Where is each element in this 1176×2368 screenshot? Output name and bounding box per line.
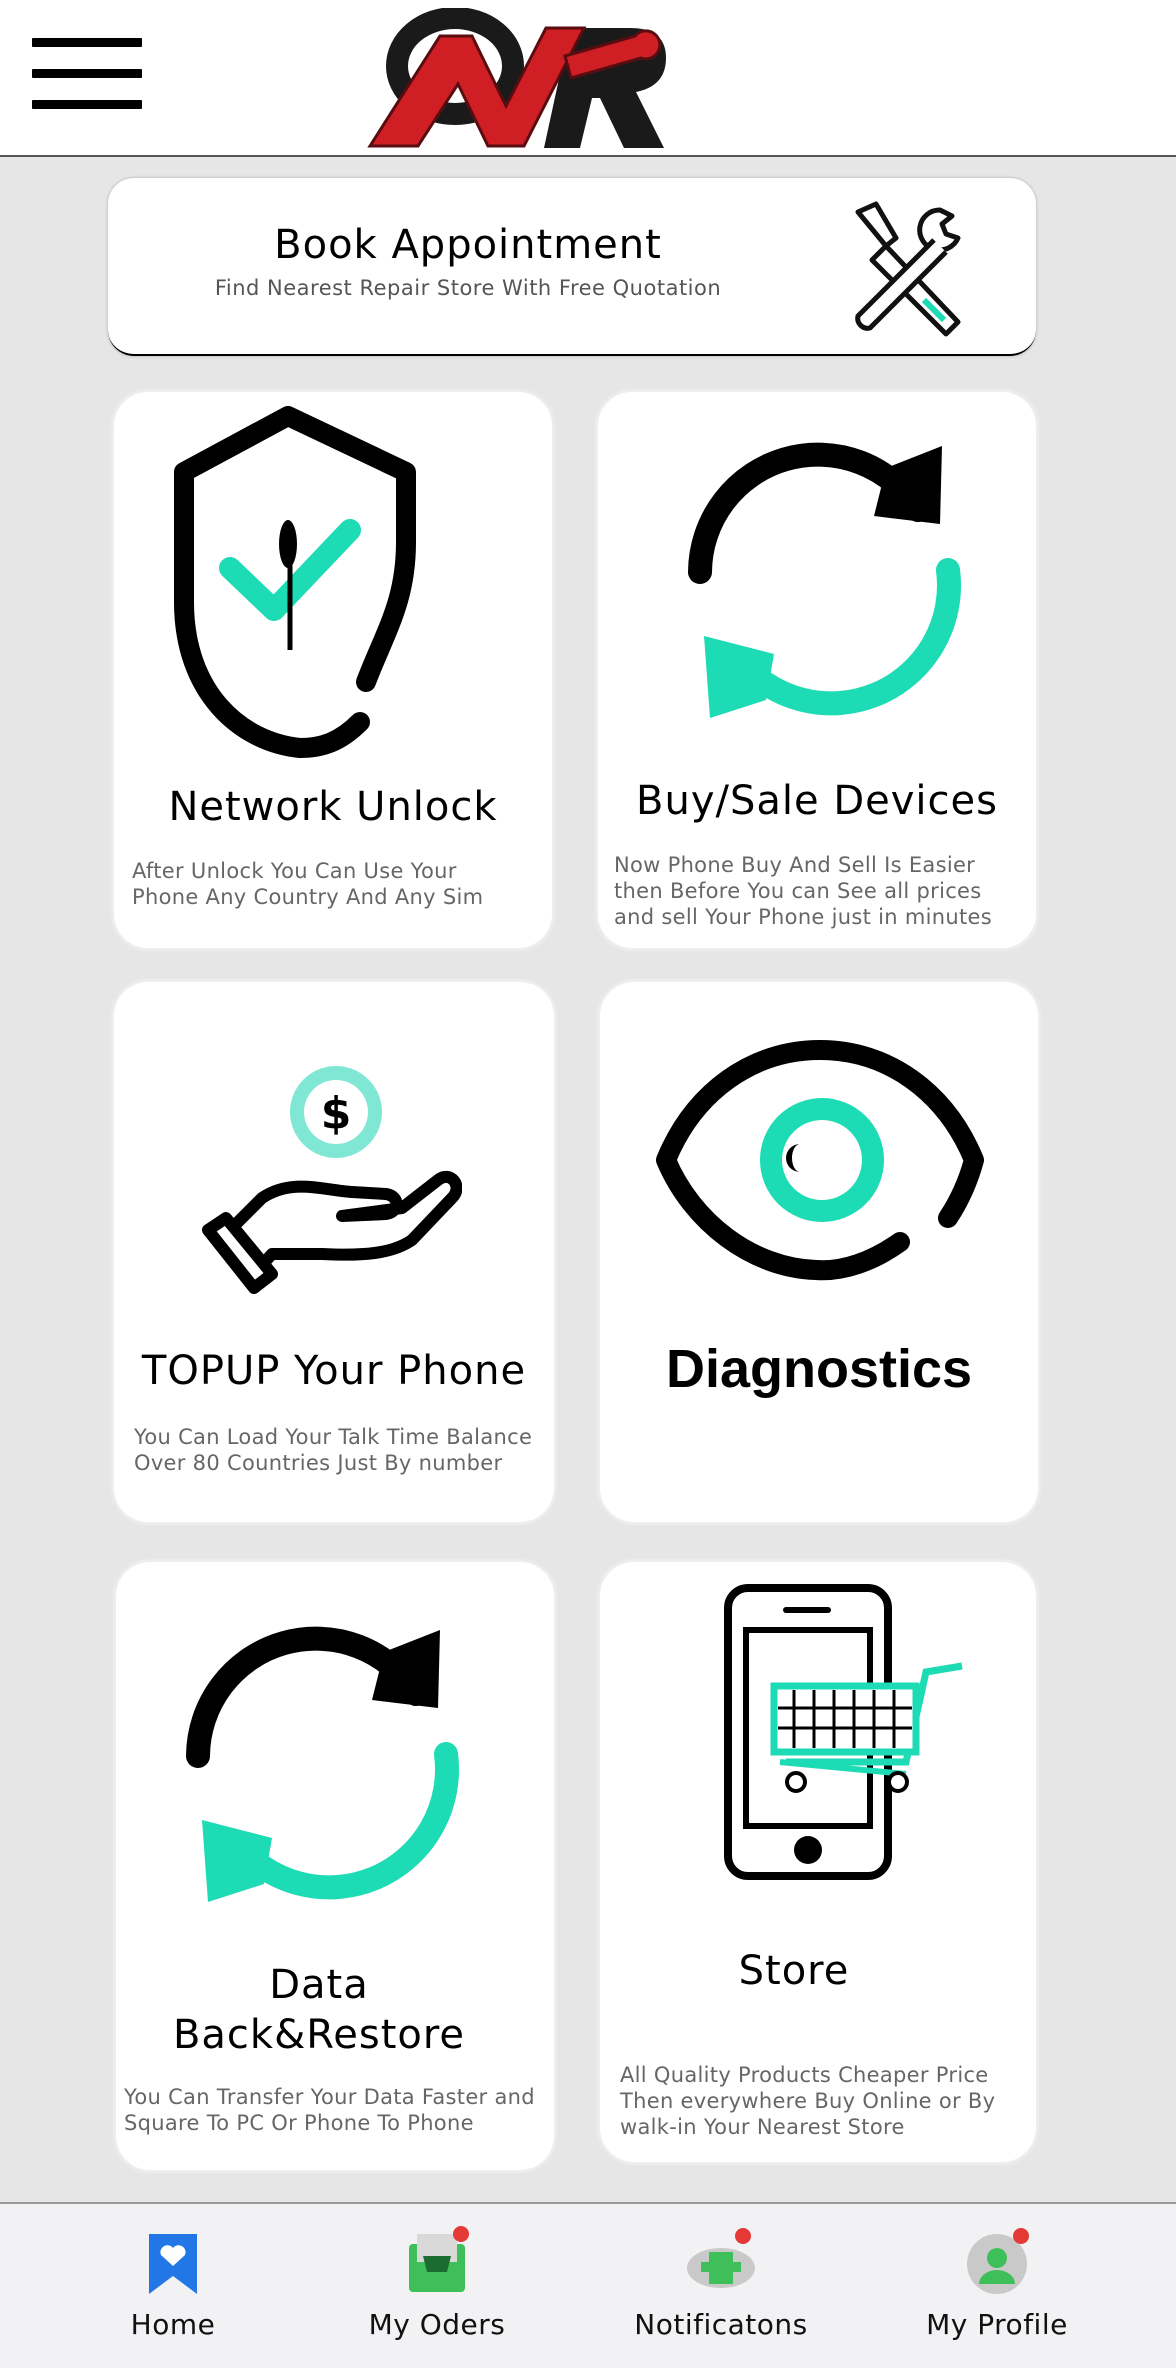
nav-my-profile[interactable]: My Profile (850, 2204, 1144, 2368)
store-description: All Quality Products Cheaper Price Then … (620, 2063, 996, 2139)
network-unlock-card[interactable]: Network Unlock After Unlock You Can Use … (114, 392, 552, 948)
network-unlock-description: After Unlock You Can Use Your Phone Any … (132, 859, 484, 909)
diagnostics-card[interactable]: Diagnostics (600, 982, 1038, 1522)
sync-arrows-icon (688, 442, 961, 718)
notifications-icon (687, 2228, 755, 2288)
topup-description: You Can Load Your Talk Time Balance Over… (134, 1425, 533, 1475)
book-appointment-banner[interactable]: Book Appointment Find Nearest Repair Sto… (108, 178, 1036, 356)
nav-home[interactable]: Home (26, 2204, 320, 2368)
data-backup-title-line1: Data (269, 1962, 369, 2008)
orders-icon (409, 2226, 469, 2292)
tools-icon (855, 201, 961, 337)
appointment-subtitle: Find Nearest Repair Store With Free Quot… (214, 276, 722, 300)
buy-sale-description: Now Phone Buy And Sell Is Easier then Be… (614, 853, 992, 929)
diagnostics-title: Diagnostics (665, 1339, 973, 1399)
nav-notifications[interactable]: Notificatons (574, 2204, 868, 2368)
bottom-navigation-bar: Home My Oders Notificatons My Profile (0, 2202, 1176, 2368)
svg-text:$: $ (321, 1088, 352, 1139)
nav-notifications-label: Notificatons (634, 2308, 808, 2341)
top-app-bar (0, 0, 1176, 157)
home-bookmark-icon (149, 2234, 197, 2294)
data-backup-description: You Can Transfer Your Data Faster and Sq… (124, 2085, 535, 2135)
nav-my-orders[interactable]: My Oders (290, 2204, 584, 2368)
profile-icon (967, 2228, 1029, 2294)
backup-sync-icon (186, 1626, 459, 1902)
buy-sale-title: Buy/Sale Devices (636, 778, 998, 824)
buy-sale-devices-card[interactable]: Buy/Sale Devices Now Phone Buy And Sell … (598, 392, 1036, 948)
nr-brand-logo[interactable] (360, 8, 670, 154)
eye-icon (656, 1040, 984, 1281)
nav-my-orders-label: My Oders (368, 2308, 506, 2341)
shield-check-icon (174, 406, 416, 758)
topup-card[interactable]: $ TOPUP Your Phone You Can Load Your Tal… (114, 982, 554, 1522)
appointment-title: Book Appointment (274, 222, 662, 268)
data-backup-restore-card[interactable]: Data Back&Restore You Can Transfer Your … (116, 1562, 554, 2170)
store-title: Store (738, 1948, 850, 1994)
store-card[interactable]: Store All Quality Products Cheaper Price… (600, 1562, 1036, 2162)
hamburger-menu-icon[interactable] (32, 36, 142, 112)
nav-my-profile-label: My Profile (926, 2308, 1068, 2341)
phone-cart-icon (724, 1584, 963, 1880)
network-unlock-title: Network Unlock (168, 784, 498, 830)
nav-home-label: Home (130, 2308, 216, 2341)
topup-title: TOPUP Your Phone (141, 1348, 527, 1394)
data-backup-title-line2: Back&Restore (172, 2012, 466, 2058)
hand-coin-icon: $ (202, 1066, 462, 1294)
